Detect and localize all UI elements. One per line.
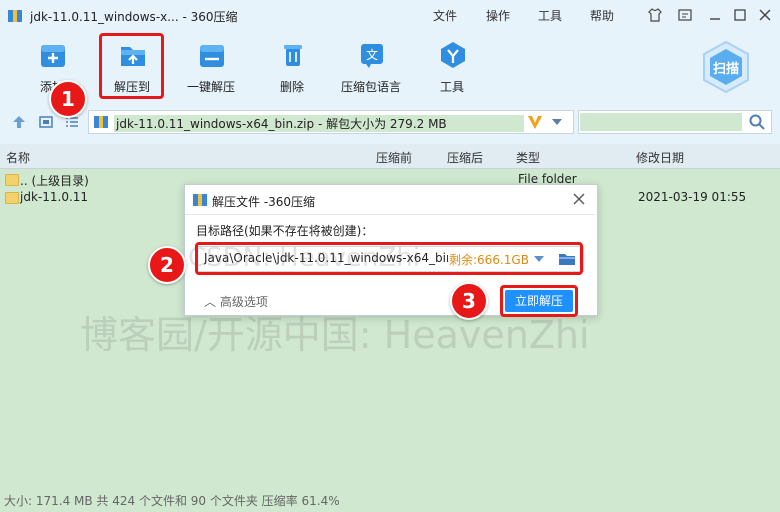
annotation-box-destination xyxy=(195,242,583,275)
chevron-up-icon: ︿ xyxy=(204,295,217,309)
minimize-icon[interactable] xyxy=(706,6,724,24)
message-icon[interactable] xyxy=(676,6,694,24)
advanced-options-label: 高级选项 xyxy=(219,295,268,309)
folder-icon xyxy=(5,192,19,204)
v-logo-icon[interactable] xyxy=(526,113,544,131)
one-click-extract-icon xyxy=(200,45,224,67)
annotation-badge-3: 3 xyxy=(450,282,488,320)
one-click-extract-button[interactable]: 一键解压 xyxy=(175,40,247,98)
column-compressed-size[interactable]: 压缩后 xyxy=(447,149,483,166)
dialog-close-icon[interactable] xyxy=(571,192,587,208)
delete-button[interactable]: 删除 xyxy=(256,40,328,98)
advanced-options-toggle[interactable]: ︿ 高级选项 xyxy=(204,293,268,310)
column-original-size[interactable]: 压缩前 xyxy=(376,149,412,166)
row-name: .. (上级目录) xyxy=(20,174,89,188)
menu-help[interactable]: 帮助 xyxy=(590,7,614,24)
menu-tools[interactable]: 工具 xyxy=(538,7,562,24)
up-arrow-icon[interactable] xyxy=(10,114,28,130)
annotation-box-extract-now xyxy=(500,285,578,317)
window-title: jdk-11.0.11_windows-x... - 360压缩 xyxy=(30,10,238,24)
annotation-box-extract-to xyxy=(99,33,164,99)
annotation-badge-2: 2 xyxy=(148,246,186,284)
row-date: 2021-03-19 01:55 xyxy=(638,190,747,204)
status-text: 大小: 171.4 MB 共 424 个文件和 90 个文件夹 压缩率 61.4… xyxy=(4,494,340,508)
row-name: jdk-11.0.11 xyxy=(20,190,89,204)
svg-text:文: 文 xyxy=(366,47,378,62)
dropdown-arrow-icon[interactable] xyxy=(550,116,564,128)
delete-label: 删除 xyxy=(279,80,304,94)
maximize-icon[interactable] xyxy=(731,6,749,24)
column-type[interactable]: 类型 xyxy=(516,149,540,166)
tools-icon xyxy=(441,42,465,68)
path-text: jdk-11.0.11_windows-x64_bin.zip - 解包大小为 … xyxy=(114,115,524,132)
tools-label: 工具 xyxy=(439,80,464,94)
annotation-badge-1: 1 xyxy=(49,80,87,118)
scan-button[interactable]: 扫描 xyxy=(700,40,752,94)
close-icon[interactable] xyxy=(756,6,774,24)
folder-icon xyxy=(5,174,19,186)
dialog-title: 解压文件 -360压缩 xyxy=(212,195,316,209)
column-modified-date[interactable]: 修改日期 xyxy=(636,149,684,166)
language-label: 压缩包语言 xyxy=(340,80,401,94)
one-click-extract-label: 一键解压 xyxy=(186,80,235,94)
column-name[interactable]: 名称 xyxy=(6,149,30,166)
thumbnail-view-icon[interactable] xyxy=(38,114,54,130)
tools-button[interactable]: 工具 xyxy=(416,40,488,98)
dialog-app-icon xyxy=(193,194,207,206)
zip-file-icon xyxy=(94,116,108,128)
delete-icon xyxy=(284,45,302,66)
dialog-divider xyxy=(185,214,595,215)
scan-label: 扫描 xyxy=(712,62,739,77)
search-icon[interactable] xyxy=(748,113,766,131)
skin-icon[interactable] xyxy=(646,6,664,24)
destination-label: 目标路径(如果不存在将被创建)： xyxy=(196,224,374,238)
app-icon xyxy=(8,10,22,22)
language-button[interactable]: 文 压缩包语言 xyxy=(335,40,407,98)
search-field-fill xyxy=(580,113,742,131)
app-window: jdk-11.0.11_windows-x... - 360压缩 文件 操作 工… xyxy=(0,0,780,512)
add-icon xyxy=(41,45,65,67)
language-icon: 文 xyxy=(361,44,383,68)
menu-operation[interactable]: 操作 xyxy=(486,7,510,24)
menu-file[interactable]: 文件 xyxy=(433,7,457,24)
